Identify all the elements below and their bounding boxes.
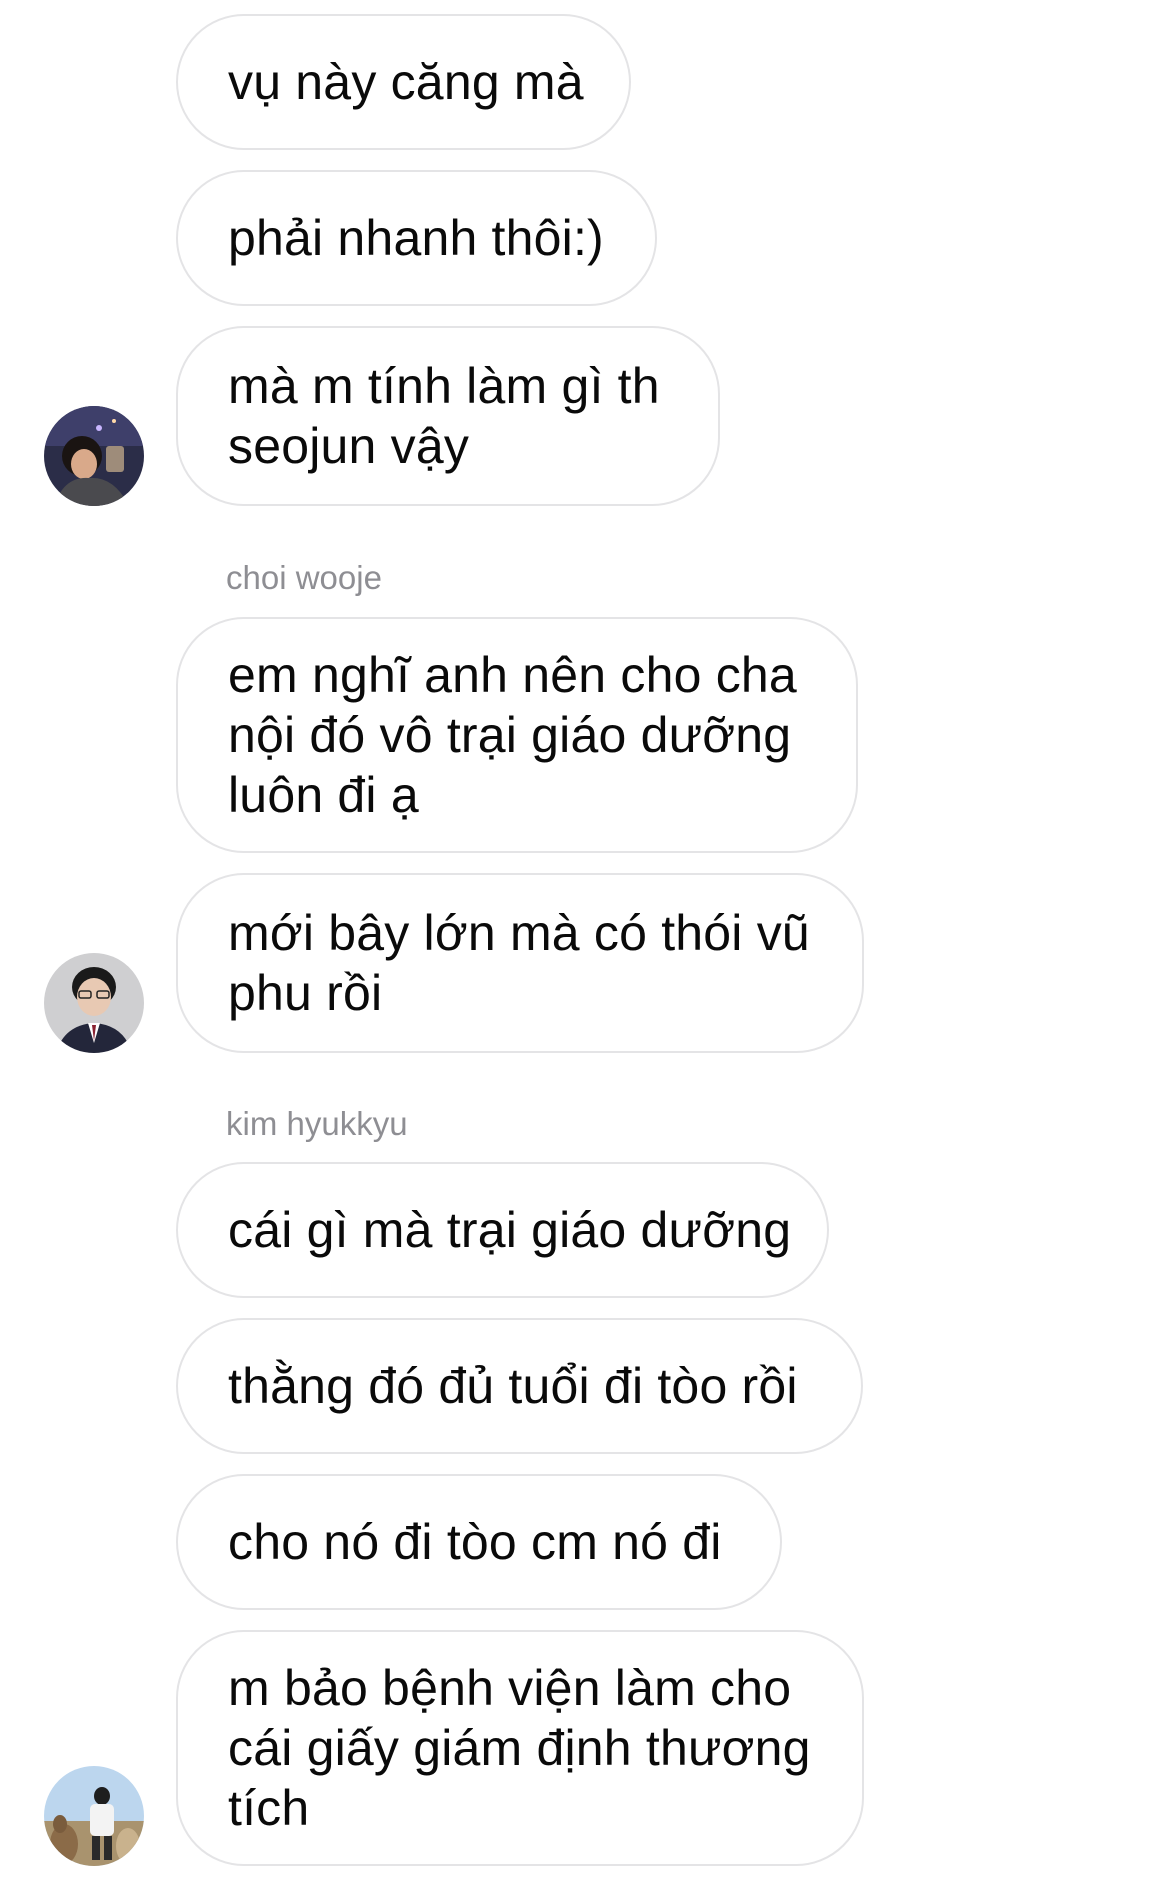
avatar[interactable] — [44, 953, 144, 1053]
message-bubble[interactable]: em nghĩ anh nên cho cha nội đó vô trại g… — [176, 617, 858, 853]
message-text: vụ này căng mà — [228, 54, 584, 110]
message-bubble[interactable]: mà m tính làm gì th seojun vậy — [176, 326, 720, 506]
message-text: mới bây lớn mà có thói vũ phu rồi — [228, 905, 810, 1021]
user-photo-suit-icon — [44, 953, 144, 1053]
message-bubble[interactable]: mới bây lớn mà có thói vũ phu rồi — [176, 873, 864, 1053]
user-photo-alpaca-icon — [44, 1766, 144, 1866]
message-bubble[interactable]: phải nhanh thôi:) — [176, 170, 657, 306]
avatar[interactable] — [44, 1766, 144, 1866]
message-bubble[interactable]: cái gì mà trại giáo dưỡng — [176, 1162, 829, 1298]
message-bubble[interactable]: cho nó đi tòo cm nó đi — [176, 1474, 782, 1610]
message-bubble[interactable]: m bảo bệnh viện làm cho cái giấy giám đị… — [176, 1630, 864, 1866]
message-text: cái gì mà trại giáo dưỡng — [228, 1202, 792, 1258]
message-text: mà m tính làm gì th seojun vậy — [228, 358, 660, 474]
sender-name: choi wooje — [226, 559, 382, 596]
message-text: em nghĩ anh nên cho cha nội đó vô trại g… — [228, 647, 797, 823]
message-text: phải nhanh thôi:) — [228, 210, 604, 266]
message-text: cho nó đi tòo cm nó đi — [228, 1514, 722, 1570]
message-bubble[interactable]: thằng đó đủ tuổi đi tòo rồi — [176, 1318, 863, 1454]
message-text: thằng đó đủ tuổi đi tòo rồi — [228, 1358, 798, 1414]
user-photo-night-icon — [44, 406, 144, 506]
message-bubble[interactable]: vụ này căng mà — [176, 14, 631, 150]
message-text: m bảo bệnh viện làm cho cái giấy giám đị… — [228, 1660, 811, 1836]
avatar[interactable] — [44, 406, 144, 506]
sender-name: kim hyukkyu — [226, 1105, 408, 1142]
